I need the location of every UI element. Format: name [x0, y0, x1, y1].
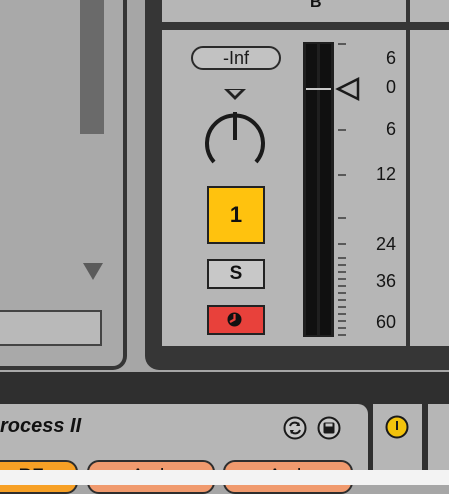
rack-controls [283, 416, 341, 440]
next-strip-body [410, 30, 449, 346]
hot-swap-icon[interactable] [283, 416, 307, 440]
meter-zero-line [306, 88, 331, 90]
db-label: 6 [385, 119, 396, 139]
db-scale: 6 0 6 12 24 36 60 [330, 30, 410, 350]
next-strip-header [410, 0, 449, 22]
db-label: 6 [385, 48, 396, 68]
db-label: 12 [375, 164, 396, 184]
pan-indicator-inner [229, 90, 241, 96]
scroll-track [100, 0, 130, 300]
save-preset-icon[interactable] [317, 416, 341, 440]
db-scale-ticks [338, 43, 346, 336]
window-bottom-edge [0, 470, 449, 485]
scrollbar-thumb[interactable] [80, 0, 104, 134]
power-toggle-icon[interactable] [385, 415, 409, 439]
db-label: 60 [375, 312, 396, 332]
track-activator-button[interactable]: 1 [207, 186, 265, 244]
pan-knob[interactable] [200, 104, 270, 172]
mixer-strip-header [162, 0, 406, 22]
volume-readout[interactable]: -Inf [191, 46, 281, 70]
db-label: 0 [385, 77, 396, 97]
rack-title: rocess II [0, 415, 82, 437]
db-label: 36 [375, 271, 396, 291]
track-name-field[interactable] [0, 310, 102, 346]
record-arm-icon [227, 312, 242, 327]
scroll-down-arrow-icon[interactable] [83, 263, 103, 280]
db-label: 24 [375, 234, 396, 254]
track-header-label: B [310, 0, 322, 11]
solo-button[interactable]: S [207, 259, 265, 289]
